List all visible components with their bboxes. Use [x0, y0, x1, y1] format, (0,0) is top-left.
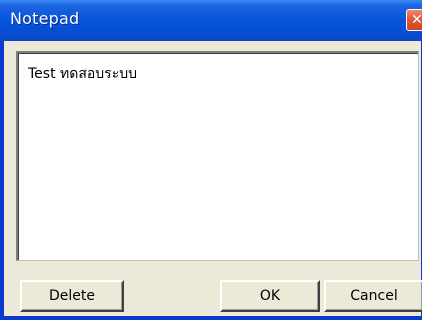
notepad-window: Notepad ✕ Test ทดสอบระบบ Delete OK Cance…: [0, 0, 422, 320]
close-icon: ✕: [411, 12, 422, 28]
close-button[interactable]: ✕: [406, 9, 422, 31]
cancel-button[interactable]: Cancel: [324, 280, 422, 312]
title-bar[interactable]: Notepad ✕: [0, 0, 422, 41]
note-text-area[interactable]: Test ทดสอบระบบ: [16, 51, 419, 261]
ok-button[interactable]: OK: [220, 280, 320, 312]
note-text: Test ทดสอบระบบ: [28, 66, 137, 82]
window-title: Notepad: [10, 9, 80, 28]
delete-button[interactable]: Delete: [20, 280, 124, 312]
